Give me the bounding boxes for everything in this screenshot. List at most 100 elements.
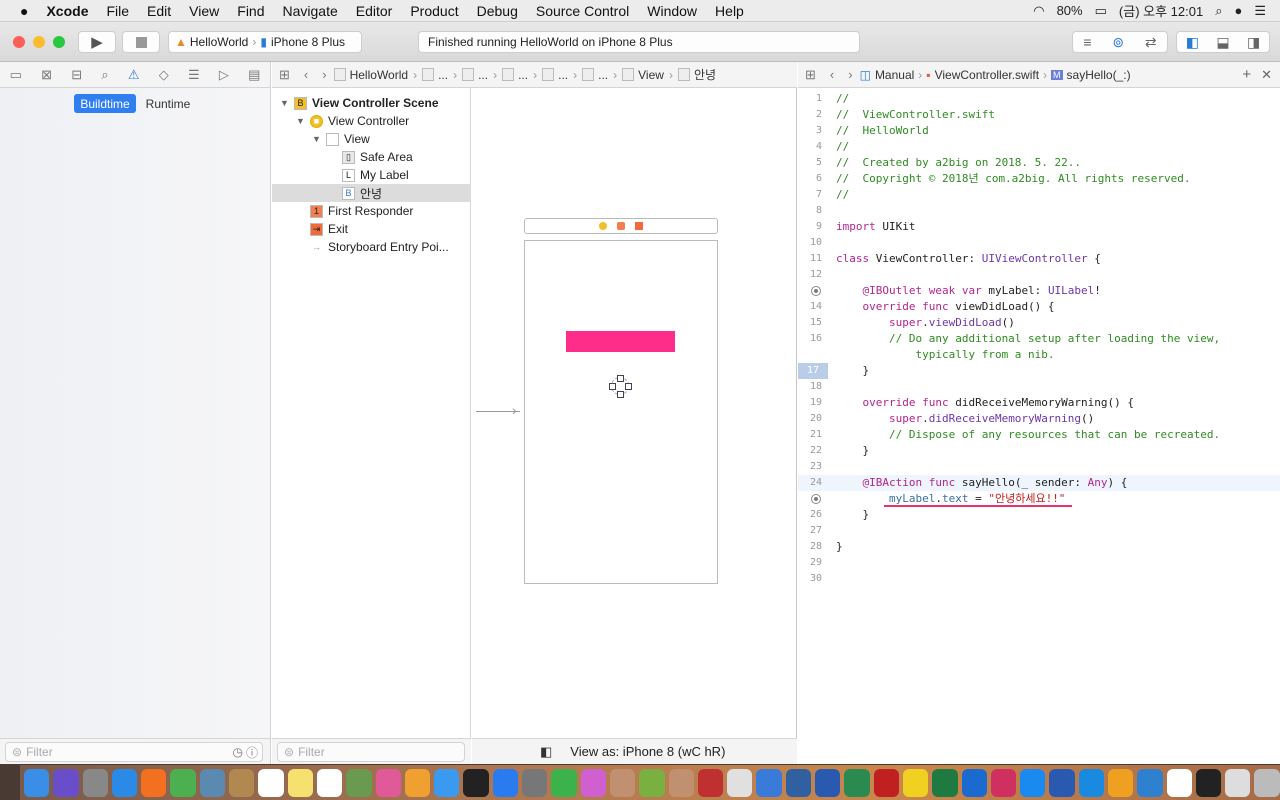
scheme-selector[interactable]: ▲ HelloWorld › ▮ iPhone 8 Plus bbox=[168, 31, 362, 53]
dock-app-maps[interactable] bbox=[346, 768, 372, 797]
code-line[interactable]: 20 super.didReceiveMemoryWarning() bbox=[798, 411, 1280, 427]
outline-filter-input[interactable]: ⊜ Filter bbox=[277, 742, 465, 762]
outline-item[interactable]: ⇥ Exit bbox=[272, 220, 471, 238]
menu-help[interactable]: Help bbox=[706, 3, 753, 19]
code-line[interactable]: 2 // ViewController.swift bbox=[798, 107, 1280, 123]
utilities-toggle-icon[interactable]: ◨ bbox=[1247, 34, 1260, 51]
line-number[interactable]: 21 bbox=[798, 427, 822, 443]
code-line[interactable]: 21 // Dispose of any resources that can … bbox=[798, 427, 1280, 443]
first-responder-icon[interactable] bbox=[617, 222, 625, 230]
line-number[interactable]: 3 bbox=[798, 123, 822, 139]
disclosure-triangle-icon[interactable]: ▼ bbox=[296, 116, 310, 126]
dock-app-xcode[interactable] bbox=[756, 768, 782, 797]
search-icon[interactable]: ⌕ bbox=[101, 67, 108, 83]
source-control-icon[interactable]: ⊠ bbox=[41, 67, 52, 83]
line-number[interactable]: 17 bbox=[798, 363, 828, 379]
code-line[interactable]: typically from a nib. bbox=[798, 347, 1280, 363]
line-number[interactable]: 20 bbox=[798, 411, 822, 427]
code-line[interactable]: 11 class ViewController: UIViewController… bbox=[798, 251, 1280, 267]
disclosure-triangle-icon[interactable]: ▼ bbox=[280, 98, 294, 108]
dock-app-keynote[interactable] bbox=[1137, 768, 1163, 797]
dock-app-android-studio[interactable] bbox=[639, 768, 665, 797]
dock-app-kakaotalk[interactable] bbox=[902, 768, 929, 797]
test-icon[interactable]: ◇ bbox=[159, 67, 169, 83]
disclosure-triangle-icon[interactable]: ▼ bbox=[312, 134, 326, 144]
dock-app-app-store[interactable] bbox=[492, 768, 519, 797]
code-line[interactable]: 29 bbox=[798, 555, 1280, 571]
forward-icon[interactable]: › bbox=[848, 67, 852, 82]
line-number[interactable]: 28 bbox=[798, 539, 822, 555]
jump-item[interactable]: View bbox=[638, 68, 664, 82]
version-editor-icon[interactable]: ⇄ bbox=[1145, 34, 1157, 51]
zoom-window-button[interactable] bbox=[53, 36, 65, 48]
dock-app-filezilla[interactable] bbox=[873, 768, 899, 797]
jump-item[interactable]: 안녕 bbox=[694, 66, 716, 83]
breakpoint-icon[interactable]: ▷ bbox=[219, 67, 229, 83]
dock-app-instruments[interactable] bbox=[785, 768, 812, 797]
line-number[interactable]: 11 bbox=[798, 251, 822, 267]
line-number[interactable]: 12 bbox=[798, 267, 822, 283]
menu-app[interactable]: Xcode bbox=[37, 3, 97, 19]
run-button[interactable]: ▶ bbox=[78, 31, 116, 53]
dock-app-outlook[interactable] bbox=[961, 768, 987, 797]
line-number[interactable]: 7 bbox=[798, 187, 822, 203]
code-line[interactable]: 18 bbox=[798, 379, 1280, 395]
jump-manual[interactable]: Manual bbox=[875, 68, 914, 82]
menu-editor[interactable]: Editor bbox=[347, 3, 402, 19]
code-line[interactable]: 30 bbox=[798, 571, 1280, 587]
back-icon[interactable]: ‹ bbox=[304, 67, 308, 82]
outline-item[interactable]: → Storyboard Entry Poi... bbox=[272, 238, 471, 256]
dock-app-preview[interactable] bbox=[199, 768, 226, 797]
outline-item[interactable]: ▼ ■ View Controller bbox=[272, 112, 471, 130]
line-number[interactable]: 15 bbox=[798, 315, 822, 331]
dock-app-notes[interactable] bbox=[229, 768, 255, 797]
menu-product[interactable]: Product bbox=[401, 3, 467, 19]
debug-icon[interactable]: ☰ bbox=[188, 67, 200, 83]
dock-app-[interactable] bbox=[609, 768, 636, 797]
line-number[interactable]: 29 bbox=[798, 555, 822, 571]
siri-icon[interactable]: ● bbox=[1234, 3, 1242, 18]
dock-app-itunes[interactable] bbox=[375, 768, 401, 797]
menu-edit[interactable]: Edit bbox=[138, 3, 180, 19]
dock-app-siri[interactable] bbox=[53, 768, 79, 797]
jump-item[interactable]: ... bbox=[518, 68, 528, 82]
code-line[interactable]: 16 // Do any additional setup after load… bbox=[798, 331, 1280, 347]
battery-text[interactable]: 80% bbox=[1057, 3, 1083, 18]
report-icon[interactable]: ▤ bbox=[248, 67, 260, 83]
outline-item[interactable]: ▯ Safe Area bbox=[272, 148, 471, 166]
code-line[interactable]: 1 // bbox=[798, 91, 1280, 107]
view-controller-scene[interactable] bbox=[524, 240, 718, 584]
dock-app-stickies[interactable] bbox=[287, 768, 313, 797]
outline-item[interactable]: ▼ View bbox=[272, 130, 471, 148]
line-number[interactable]: 16 bbox=[798, 331, 822, 347]
dock-app-chrome[interactable] bbox=[170, 768, 196, 797]
line-number[interactable]: 2 bbox=[798, 107, 822, 123]
code-line[interactable]: 27 bbox=[798, 523, 1280, 539]
code-line[interactable]: 24 @IBAction func sayHello(_ sender: Any… bbox=[798, 475, 1280, 491]
dock-app-facetime[interactable] bbox=[551, 768, 577, 797]
segment-runtime[interactable]: Runtime bbox=[140, 94, 196, 113]
line-number[interactable]: 10 bbox=[798, 235, 822, 251]
hierarchy-icon[interactable]: ⊟ bbox=[71, 67, 82, 83]
line-number[interactable]: 1 bbox=[798, 91, 822, 107]
menu-view[interactable]: View bbox=[180, 3, 228, 19]
code-line[interactable]: 3 // HelloWorld bbox=[798, 123, 1280, 139]
outline-item[interactable]: ▼ B View Controller Scene bbox=[272, 94, 471, 112]
jump-item[interactable]: ... bbox=[478, 68, 488, 82]
minimize-window-button[interactable] bbox=[33, 36, 45, 48]
dock-app-system-preferences[interactable] bbox=[522, 768, 548, 797]
dock-app-docs[interactable] bbox=[1166, 768, 1192, 797]
menu-navigate[interactable]: Navigate bbox=[274, 3, 347, 19]
view-as-device[interactable]: View as: iPhone 8 (wC hR) bbox=[570, 744, 725, 759]
dock-app-photos[interactable] bbox=[404, 768, 431, 797]
add-editor-icon[interactable]: + bbox=[1242, 66, 1251, 83]
jump-method[interactable]: sayHello(_:) bbox=[1067, 68, 1131, 82]
code-line[interactable]: 26 } bbox=[798, 507, 1280, 523]
line-number[interactable]: 9 bbox=[798, 219, 822, 235]
hello-button-selected[interactable] bbox=[609, 375, 632, 398]
spotlight-icon[interactable]: ⌕ bbox=[1215, 3, 1222, 19]
dock-app-terminal[interactable] bbox=[463, 768, 489, 797]
close-editor-icon[interactable]: ✕ bbox=[1261, 67, 1272, 83]
outline-item[interactable]: B 안녕 bbox=[272, 184, 471, 202]
segment-buildtime[interactable]: Buildtime bbox=[74, 94, 136, 113]
